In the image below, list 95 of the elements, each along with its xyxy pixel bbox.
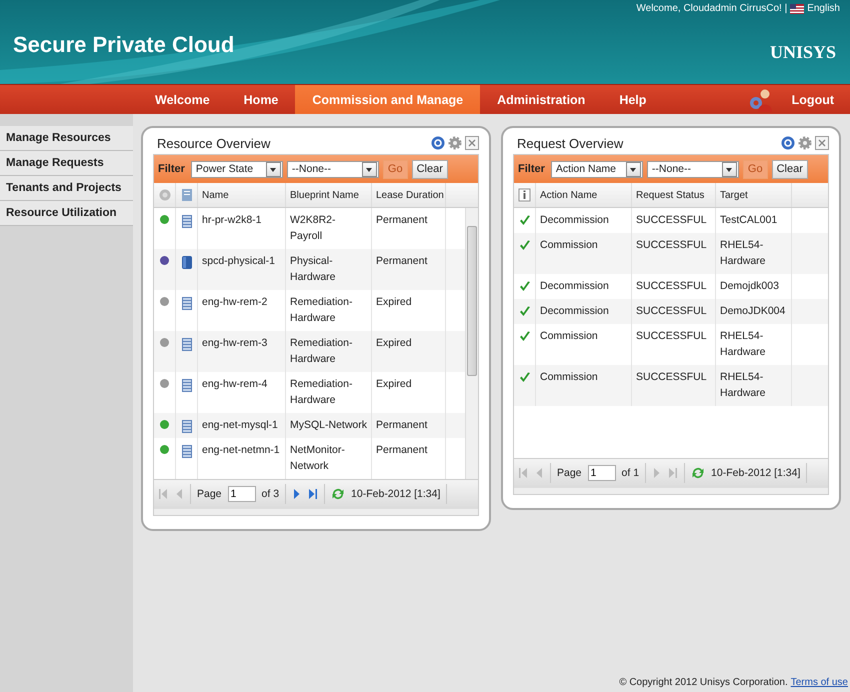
page-count: of 3 — [262, 488, 280, 500]
refresh-icon[interactable] — [691, 466, 706, 480]
help-icon[interactable] — [781, 136, 795, 150]
table-cell-text: hr-pr-w2k8-1 — [202, 213, 262, 228]
table-cell-text: Commission — [540, 370, 598, 385]
table-cell-text: eng-net-netmn-1 — [202, 443, 280, 458]
column-header[interactable]: Target — [716, 183, 792, 207]
table-cell-text: Physical-Hardware — [290, 254, 337, 285]
table-cell-text: Expired — [376, 295, 412, 310]
table-cell-text: spcd-physical-1 — [202, 254, 275, 269]
filter-label: Filter — [518, 163, 545, 175]
type-column-icon — [180, 188, 194, 202]
nav-tab[interactable]: Home — [226, 85, 296, 114]
table-cell-text: SUCCESSFUL — [636, 213, 707, 228]
table-cell-text: eng-hw-rem-4 — [202, 377, 268, 392]
filter-field-dropdown[interactable]: Power State — [190, 160, 283, 178]
table-cell-text: eng-net-mysql-1 — [202, 418, 278, 433]
sidebar-item[interactable]: Tenants and Projects — [0, 176, 133, 201]
column-header[interactable]: Blueprint Name — [286, 183, 372, 207]
filter-value-dropdown[interactable]: --None-- — [646, 160, 739, 178]
table-cell-text: Remediation-Hardware — [290, 336, 354, 367]
page-number-field[interactable]: 1 — [228, 486, 256, 502]
table-cell-text: W2K8R2-Payroll — [290, 213, 337, 244]
welcome-text: Welcome, Cloudadmin CirrusCo! | — [636, 3, 788, 14]
table-cell-text: eng-hw-rem-3 — [202, 336, 268, 351]
sidebar-item[interactable]: Manage Resources — [0, 126, 133, 151]
table-cell-text: Demojdk003 — [720, 279, 779, 294]
last-page-icon[interactable] — [308, 488, 318, 500]
table-cell-text: Decommission — [540, 304, 609, 319]
table-cell-text: Remediation-Hardware — [290, 377, 354, 408]
table-cell-text: SUCCESSFUL — [636, 279, 707, 294]
nav-tab[interactable]: Help — [602, 85, 664, 114]
scrollbar[interactable] — [465, 208, 478, 479]
status-column-icon — [158, 188, 172, 202]
page-label: Page — [197, 488, 222, 500]
filter-label: Filter — [158, 163, 185, 175]
column-header[interactable]: Request Status — [632, 183, 716, 207]
last-updated-time: 10-Feb-2012 [1:34] — [351, 488, 440, 500]
table-cell-text: SUCCESSFUL — [636, 370, 707, 385]
table-cell-text: RHEL54-Hardware — [720, 370, 767, 401]
resize-handle[interactable] — [514, 487, 828, 494]
help-icon[interactable] — [431, 136, 445, 150]
info-column-icon — [518, 188, 532, 202]
table-cell-text: TestCAL001 — [720, 213, 778, 228]
column-header[interactable]: Action Name — [536, 183, 632, 207]
refresh-icon[interactable] — [331, 487, 346, 501]
table-cell-text: SUCCESSFUL — [636, 304, 707, 319]
table-cell-text: SUCCESSFUL — [636, 329, 707, 344]
table-cell-text: Permanent — [376, 443, 428, 458]
page-number-field[interactable]: 1 — [588, 465, 616, 481]
table-cell-text: Remediation-Hardware — [290, 295, 354, 326]
app-title: Secure Private Cloud — [13, 32, 234, 58]
terms-link[interactable]: Terms of use — [790, 677, 848, 688]
filter-field-dropdown[interactable]: Action Name — [550, 160, 643, 178]
page-label: Page — [557, 467, 582, 479]
table-cell-text: eng-hw-rem-2 — [202, 295, 268, 310]
table-cell-text: Permanent — [376, 213, 428, 228]
sidebar-item[interactable]: Resource Utilization — [0, 201, 133, 226]
table-cell-text: DemoJDK004 — [720, 304, 786, 319]
clear-button[interactable]: Clear — [412, 160, 448, 178]
last-updated-time: 10-Feb-2012 [1:34] — [711, 467, 800, 479]
close-icon[interactable] — [815, 136, 829, 150]
page-count: of 1 — [622, 467, 640, 479]
nav-tab[interactable]: Administration — [480, 85, 602, 114]
flag-icon[interactable] — [790, 4, 804, 14]
logout-link[interactable]: Logout — [774, 85, 850, 114]
panel-title: Request Overview — [517, 136, 624, 150]
table-cell-text: NetMonitor-Network — [290, 443, 346, 474]
table-cell-text: Commission — [540, 329, 598, 344]
table-cell-text: Permanent — [376, 254, 428, 269]
sidebar-item[interactable]: Manage Requests — [0, 151, 133, 176]
settings-icon[interactable] — [448, 136, 462, 150]
table-cell-text: Expired — [376, 336, 412, 351]
table-cell-text: Commission — [540, 238, 598, 253]
panel-title: Resource Overview — [157, 136, 270, 150]
copyright-text: © Copyright 2012 Unisys Corporation. — [619, 677, 788, 688]
company-logo: UNISYS — [770, 42, 836, 63]
user-gear-icon[interactable] — [748, 88, 774, 112]
column-header[interactable]: Name — [198, 183, 286, 207]
table-cell-text: RHEL54-Hardware — [720, 238, 767, 269]
table-cell-text: Decommission — [540, 279, 609, 294]
table-cell-text: MySQL-Network — [290, 418, 367, 433]
language-link[interactable]: English — [807, 3, 840, 14]
column-header[interactable]: Lease Duration — [372, 183, 446, 207]
table-cell-text: Expired — [376, 377, 412, 392]
nav-tab[interactable]: Welcome — [138, 85, 227, 114]
table-cell-text: RHEL54-Hardware — [720, 329, 767, 360]
table-cell-text: Decommission — [540, 213, 609, 228]
close-icon[interactable] — [465, 136, 479, 150]
filter-value-dropdown[interactable]: --None-- — [286, 160, 379, 178]
table-cell-text: SUCCESSFUL — [636, 238, 707, 253]
table-cell-text: Permanent — [376, 418, 428, 433]
clear-button[interactable]: Clear — [772, 160, 808, 178]
settings-icon[interactable] — [798, 136, 812, 150]
resize-handle[interactable] — [154, 508, 478, 515]
